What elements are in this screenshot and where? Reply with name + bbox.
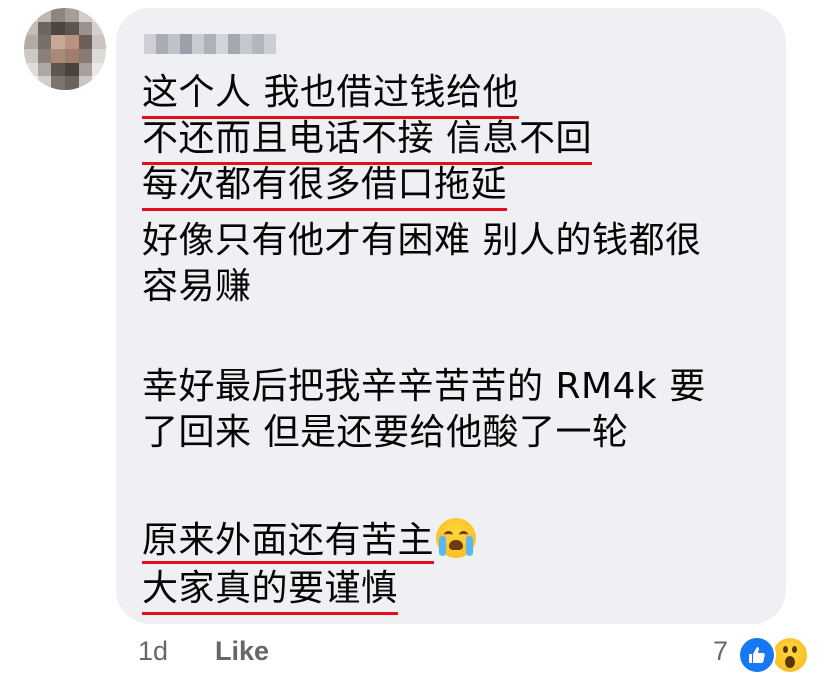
- comment-line-1: 这个人 我也借过钱给他: [142, 70, 519, 119]
- comment-line-5: 容易赚: [142, 266, 252, 307]
- comment-line-6: 幸好最后把我辛辛苦苦的 RM4k 要: [142, 366, 706, 407]
- avatar[interactable]: [24, 8, 106, 90]
- wow-icon[interactable]: [771, 636, 809, 674]
- comment-line-9: 大家真的要谨慎: [142, 566, 398, 615]
- comment-timestamp[interactable]: 1d: [138, 636, 168, 667]
- comment-line-7: 了回来 但是还要给他酸了一轮: [142, 412, 629, 453]
- like-icon[interactable]: [738, 636, 776, 674]
- like-button[interactable]: Like: [215, 636, 269, 667]
- comment-screen: ██████ 这个人 我也借过钱给他 不还而且电话不接 信息不回 每次都有很多借…: [0, 0, 828, 677]
- author-name-blurred[interactable]: ██████: [144, 34, 276, 54]
- author-name: ██████: [144, 34, 149, 35]
- reaction-count[interactable]: 7: [713, 636, 728, 667]
- comment-line-2: 不还而且电话不接 信息不回: [142, 116, 592, 165]
- comment-line-3: 每次都有很多借口拖延: [142, 162, 508, 211]
- loudly-crying-face-icon: [436, 518, 477, 558]
- comment-line-8-wrap: 原来外面还有苦主: [142, 518, 477, 564]
- comment-line-4: 好像只有他才有困难 别人的钱都很: [142, 220, 702, 261]
- comment-line-8: 原来外面还有苦主: [142, 520, 435, 564]
